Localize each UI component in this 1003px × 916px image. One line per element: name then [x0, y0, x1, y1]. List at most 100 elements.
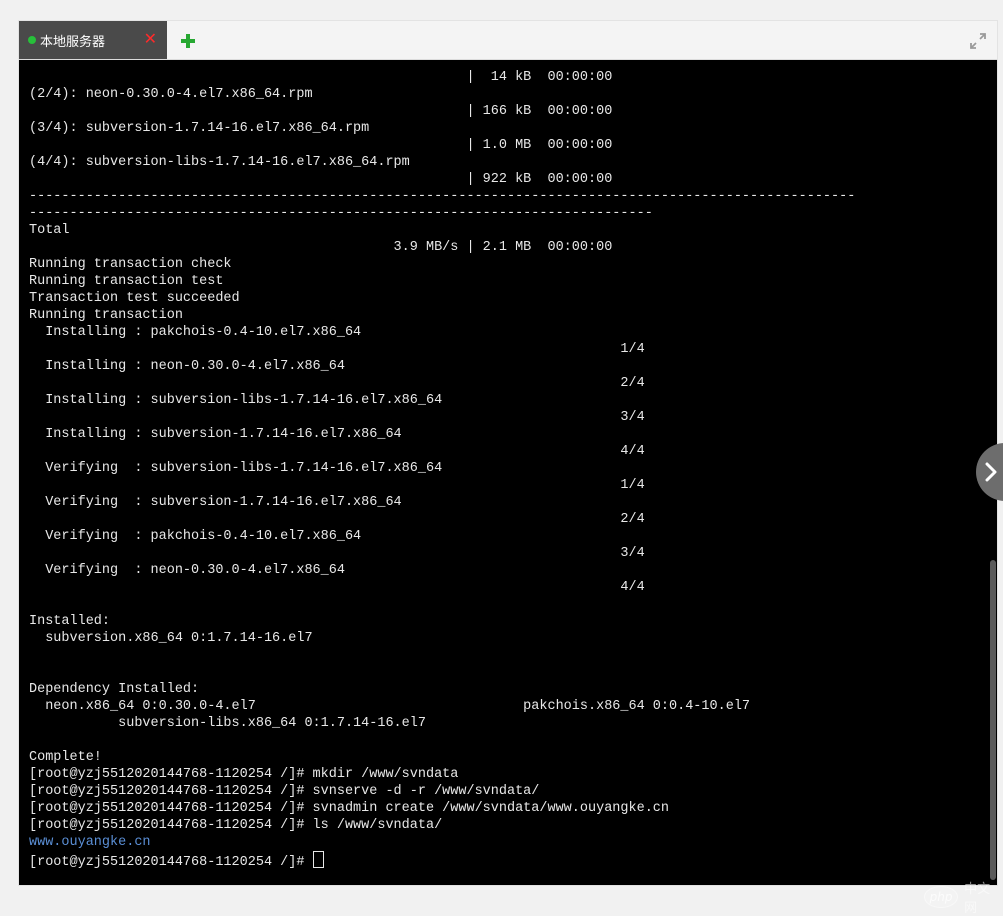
terminal-line: Running transaction check	[29, 256, 855, 273]
terminal-line: Installing : subversion-libs-1.7.14-16.e…	[29, 392, 855, 409]
terminal-line: 3.9 MB/s | 2.1 MB 00:00:00	[29, 239, 855, 256]
terminal-line: Total	[29, 222, 855, 239]
terminal-line-text: 1/4	[29, 478, 645, 493]
watermark-site-text: 中文网	[964, 882, 991, 916]
terminal-text: | 14 kB 00:00:00 (2/4): neon-0.30.0-4.el7…	[29, 69, 855, 870]
terminal-line: [root@yzj5512020144768-1120254 /]#	[29, 851, 855, 870]
terminal-line: www.ouyangke.cn	[29, 834, 855, 851]
terminal-line: (4/4): subversion-libs-1.7.14-16.el7.x86…	[29, 154, 855, 171]
terminal-line: 3/4	[29, 409, 855, 426]
terminal-line: | 166 kB 00:00:00	[29, 103, 855, 120]
terminal-line: Installing : subversion-1.7.14-16.el7.x8…	[29, 426, 855, 443]
terminal-line: [root@yzj5512020144768-1120254 /]# mkdir…	[29, 766, 855, 783]
terminal-line-text: Running transaction check	[29, 257, 232, 272]
terminal-line-text: subversion.x86_64 0:1.7.14-16.el7	[29, 631, 313, 646]
tab-local-server[interactable]: 本地服务器 ✕	[19, 21, 167, 59]
terminal-line-text: Installing : pakchois-0.4-10.el7.x86_64	[29, 325, 362, 340]
terminal-line-text: subversion-libs.x86_64 0:1.7.14-16.el7	[29, 716, 426, 731]
terminal-line-text: | 14 kB 00:00:00	[29, 70, 613, 85]
terminal-line: 2/4	[29, 375, 855, 392]
plus-icon[interactable]	[177, 28, 199, 52]
terminal-line-text: [root@yzj5512020144768-1120254 /]# svnse…	[29, 784, 540, 799]
terminal-line-text: Transaction test succeeded	[29, 291, 240, 306]
tab-label: 本地服务器	[40, 34, 106, 50]
terminal-line-text: Total	[29, 223, 70, 238]
terminal-line: [root@yzj5512020144768-1120254 /]# svnad…	[29, 800, 855, 817]
terminal-line-text: 3.9 MB/s | 2.1 MB 00:00:00	[29, 240, 613, 255]
terminal-line-text: | 922 kB 00:00:00	[29, 172, 613, 187]
terminal-line: Transaction test succeeded	[29, 290, 855, 307]
terminal-line: 3/4	[29, 545, 855, 562]
terminal-line-text: (3/4): subversion-1.7.14-16.el7.x86_64.r…	[29, 121, 370, 136]
terminal-line-text: 2/4	[29, 376, 645, 391]
terminal-line: | 922 kB 00:00:00	[29, 171, 855, 188]
terminal-line: Installing : pakchois-0.4-10.el7.x86_64	[29, 324, 855, 341]
terminal-line-text: (4/4): subversion-libs-1.7.14-16.el7.x86…	[29, 155, 410, 170]
terminal-line: Verifying : subversion-1.7.14-16.el7.x86…	[29, 494, 855, 511]
terminal-line: Installed:	[29, 613, 855, 630]
terminal-cursor	[312, 851, 324, 868]
terminal-line-text: [root@yzj5512020144768-1120254 /]# svnad…	[29, 801, 670, 816]
terminal-line-text: Verifying : neon-0.30.0-4.el7.x86_64	[29, 563, 345, 578]
terminal-line: | 1.0 MB 00:00:00	[29, 137, 855, 154]
terminal-line: Running transaction test	[29, 273, 855, 290]
terminal-line: Verifying : subversion-libs-1.7.14-16.el…	[29, 460, 855, 477]
terminal-line: Verifying : neon-0.30.0-4.el7.x86_64	[29, 562, 855, 579]
terminal-line-text: | 166 kB 00:00:00	[29, 104, 613, 119]
terminal-output[interactable]: | 14 kB 00:00:00 (2/4): neon-0.30.0-4.el7…	[19, 60, 997, 885]
terminal-line: ----------------------------------------…	[29, 188, 855, 205]
terminal-line: 2/4	[29, 511, 855, 528]
terminal-line: 4/4	[29, 443, 855, 460]
terminal-line-text: [root@yzj5512020144768-1120254 /]#	[29, 855, 313, 870]
terminal-line: (3/4): subversion-1.7.14-16.el7.x86_64.r…	[29, 120, 855, 137]
tab-bar: 本地服务器 ✕	[19, 21, 997, 60]
terminal-line-text: ----------------------------------------…	[29, 206, 653, 221]
terminal-line-text: Installing : neon-0.30.0-4.el7.x86_64	[29, 359, 345, 374]
terminal-line-text: 4/4	[29, 444, 645, 459]
terminal-line-text: 3/4	[29, 410, 645, 425]
terminal-line-text: Installed:	[29, 614, 111, 629]
terminal-line-text: 4/4	[29, 580, 645, 595]
terminal-line: [root@yzj5512020144768-1120254 /]# ls /w…	[29, 817, 855, 834]
terminal-line: 1/4	[29, 477, 855, 494]
terminal-line-text: Running transaction test	[29, 274, 224, 289]
terminal-line-text: neon.x86_64 0:0.30.0-4.el7 pakchois.x86_…	[29, 699, 751, 714]
terminal-line-text: (2/4): neon-0.30.0-4.el7.x86_64.rpm	[29, 87, 313, 102]
terminal-line-text: 1/4	[29, 342, 645, 357]
terminal-line-text: Verifying : subversion-libs-1.7.14-16.el…	[29, 461, 443, 476]
terminal-line-text: 3/4	[29, 546, 645, 561]
close-icon[interactable]: ✕	[144, 30, 157, 48]
terminal-line-text: [root@yzj5512020144768-1120254 /]# mkdir…	[29, 767, 459, 782]
terminal-line: Verifying : pakchois-0.4-10.el7.x86_64	[29, 528, 855, 545]
terminal-line: Running transaction	[29, 307, 855, 324]
terminal-line: neon.x86_64 0:0.30.0-4.el7 pakchois.x86_…	[29, 698, 855, 715]
terminal-line: | 14 kB 00:00:00	[29, 69, 855, 86]
terminal-line-text: Running transaction	[29, 308, 183, 323]
terminal-line-text: Installing : subversion-libs-1.7.14-16.e…	[29, 393, 443, 408]
terminal-line: 1/4	[29, 341, 855, 358]
terminal-line-text: Verifying : pakchois-0.4-10.el7.x86_64	[29, 529, 362, 544]
php-logo: php	[924, 886, 959, 908]
terminal-line-text: [root@yzj5512020144768-1120254 /]# ls /w…	[29, 818, 443, 833]
terminal-line-text: Installing : subversion-1.7.14-16.el7.x8…	[29, 427, 402, 442]
terminal-line: subversion-libs.x86_64 0:1.7.14-16.el7	[29, 715, 855, 732]
terminal-line-text: Dependency Installed:	[29, 682, 200, 697]
scrollbar-thumb[interactable]	[990, 560, 996, 880]
terminal-line-text: Verifying : subversion-1.7.14-16.el7.x86…	[29, 495, 402, 510]
fullscreen-icon[interactable]	[969, 32, 987, 50]
terminal-line: [root@yzj5512020144768-1120254 /]# svnse…	[29, 783, 855, 800]
terminal-line: Complete!	[29, 749, 855, 766]
terminal-line: Installing : neon-0.30.0-4.el7.x86_64	[29, 358, 855, 375]
terminal-line: 4/4	[29, 579, 855, 596]
terminal-directory-entry: www.ouyangke.cn	[29, 835, 151, 850]
terminal-line: ----------------------------------------…	[29, 205, 855, 222]
terminal-line-text: Complete!	[29, 750, 102, 765]
terminal-line: (2/4): neon-0.30.0-4.el7.x86_64.rpm	[29, 86, 855, 103]
watermark: php 中文网	[924, 878, 997, 916]
terminal-line-text: ----------------------------------------…	[29, 189, 856, 204]
terminal-window: 本地服务器 ✕ | 14 kB 00:00:00 (2/4): neon-0.30…	[19, 21, 997, 916]
terminal-line-text: 2/4	[29, 512, 645, 527]
